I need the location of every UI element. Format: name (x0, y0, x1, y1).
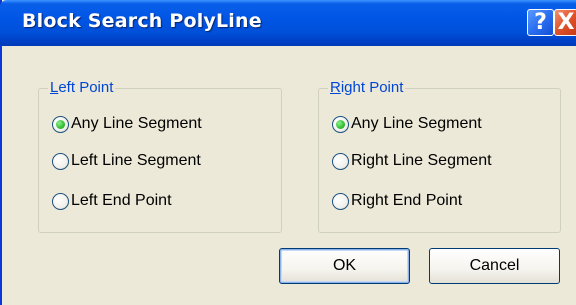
radio-button-checked[interactable] (332, 115, 349, 133)
left-line-segment-option[interactable]: Left Line Segment (52, 152, 201, 170)
radio-button[interactable] (52, 152, 69, 170)
left-point-group: Left Point Any Line Segment Left Line Se… (38, 79, 282, 233)
left-end-point-option[interactable]: Left End Point (52, 192, 172, 210)
left-point-label: Left Point (48, 79, 116, 96)
right-line-segment-option[interactable]: Right Line Segment (332, 152, 492, 170)
radio-button[interactable] (332, 192, 349, 210)
radio-button[interactable] (52, 192, 69, 210)
ok-button[interactable]: OK (279, 248, 410, 284)
close-icon: X (557, 10, 575, 35)
close-button[interactable]: X (554, 9, 576, 36)
question-mark-icon: ? (534, 10, 547, 35)
title-bar[interactable]: Block Search PolyLine ? X (0, 0, 576, 46)
radio-button-checked[interactable] (52, 115, 69, 133)
right-point-group: Right Point Any Line Segment Right Line … (318, 79, 561, 233)
window-title: Block Search PolyLine (22, 10, 262, 32)
right-any-line-segment-option[interactable]: Any Line Segment (332, 115, 482, 133)
left-any-line-segment-option[interactable]: Any Line Segment (52, 115, 202, 133)
dialog-window: Block Search PolyLine ? X Left Point Any… (0, 0, 576, 305)
option-label: Right Line Segment (351, 152, 492, 169)
option-label: Any Line Segment (351, 115, 482, 132)
cancel-button[interactable]: Cancel (429, 248, 560, 284)
help-button[interactable]: ? (527, 9, 554, 36)
option-label: Right End Point (351, 192, 463, 209)
radio-button[interactable] (332, 152, 349, 170)
option-label: Left Line Segment (71, 152, 201, 169)
right-point-label: Right Point (328, 79, 406, 96)
right-end-point-option[interactable]: Right End Point (332, 192, 462, 210)
option-label: Any Line Segment (71, 115, 202, 132)
option-label: Left End Point (71, 192, 172, 209)
